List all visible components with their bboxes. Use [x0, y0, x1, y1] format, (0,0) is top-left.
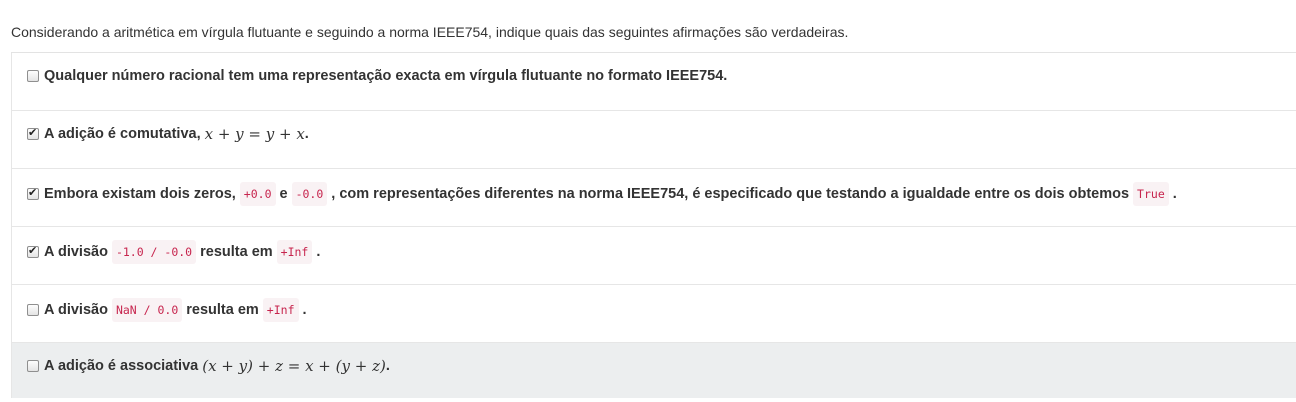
option-1-text: Qualquer número racional tem uma represe…	[44, 68, 728, 84]
option-5-checkbox[interactable]	[27, 304, 39, 316]
answer-option-3[interactable]: ✔ Embora existam dois zeros, +0.0 e -0.0…	[11, 169, 1296, 227]
option-2-text: A adição é comutativa,	[44, 126, 201, 142]
checkmark-icon: ✔	[28, 127, 38, 139]
option-4-code-division: -1.0 / -0.0	[111, 240, 197, 264]
option-5-text-middle: resulta em	[186, 302, 259, 318]
answer-option-5[interactable]: A divisão NaN / 0.0 resulta em +Inf .	[11, 285, 1296, 343]
option-4-text: A divisão	[44, 244, 108, 260]
option-6-math: (x + y) + z = x + (y + z)	[202, 357, 386, 375]
option-4-checkbox[interactable]: ✔	[27, 245, 39, 258]
question-prompt: Considerando a aritmética em vírgula flu…	[11, 24, 849, 40]
option-3-text: Embora existam dois zeros,	[44, 186, 236, 202]
option-6-text: A adição é associativa	[44, 358, 199, 374]
option-3-text-middle: , com representações diferentes na norma…	[331, 186, 1130, 202]
option-2-math: x + y = y + x	[204, 125, 305, 143]
option-4-text-end: .	[316, 244, 321, 260]
option-3-code-positive-zero: +0.0	[239, 182, 276, 206]
option-1-checkbox[interactable]	[27, 70, 39, 82]
answer-options-list: Qualquer número racional tem uma represe…	[11, 52, 1296, 398]
option-3-code-negative-zero: -0.0	[291, 182, 328, 206]
option-4-text-middle: resulta em	[200, 244, 273, 260]
option-5-text-end: .	[302, 302, 307, 318]
option-5-code-division: NaN / 0.0	[111, 298, 183, 322]
answer-option-4[interactable]: ✔ A divisão -1.0 / -0.0 resulta em +Inf …	[11, 227, 1296, 285]
checkmark-icon: ✔	[28, 187, 38, 199]
option-3-text-and: e	[279, 186, 288, 202]
answer-option-1[interactable]: Qualquer número racional tem uma represe…	[11, 53, 1296, 111]
option-5-code-result: +Inf	[262, 298, 299, 322]
answer-option-6[interactable]: A adição é associativa (x + y) + z = x +…	[11, 343, 1296, 398]
option-3-checkbox[interactable]: ✔	[27, 187, 39, 200]
option-5-text: A divisão	[44, 302, 108, 318]
option-3-code-true: True	[1133, 182, 1169, 206]
option-2-checkbox[interactable]: ✔	[27, 127, 39, 140]
option-6-checkbox[interactable]	[27, 360, 39, 372]
option-3-text-end: .	[1172, 186, 1177, 202]
answer-option-2[interactable]: ✔ A adição é comutativa, x + y = y + x .	[11, 111, 1296, 169]
option-6-text-end: .	[385, 358, 390, 374]
checkmark-icon: ✔	[28, 245, 38, 257]
option-4-code-result: +Inf	[276, 240, 313, 264]
option-2-text-end: .	[304, 126, 309, 142]
